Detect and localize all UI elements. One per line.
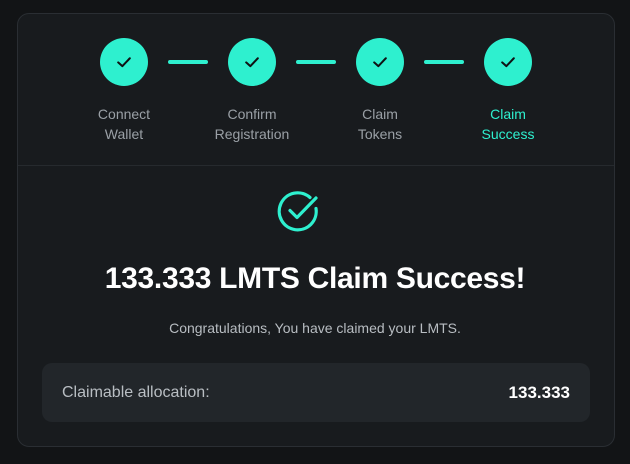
step-1-label-line1: Connect: [97, 106, 151, 122]
step-4-label-line2: Success: [481, 126, 535, 142]
claim-stepper: Connect Wallet Confirm Registration Clai…: [18, 14, 614, 166]
step-2-check-icon: [228, 38, 276, 86]
claim-success-message: Congratulations, You have claimed your L…: [169, 320, 461, 336]
step-4-label: Claim Success: [453, 104, 563, 144]
step-1-label-line2: Wallet: [104, 126, 144, 142]
step-4-label-line1: Claim: [490, 106, 526, 122]
check-circle-icon: [277, 191, 318, 232]
step-connector-2: [296, 60, 336, 64]
step-3-check-icon: [356, 38, 404, 86]
step-4-check-icon: [484, 38, 532, 86]
step-connector-1: [168, 60, 208, 64]
step-connector-3: [424, 60, 464, 64]
step-3-label-line2: Tokens: [357, 126, 403, 142]
step-3-label: Claim Tokens: [325, 104, 435, 144]
step-1-check-icon: [100, 38, 148, 86]
step-1-label: Connect Wallet: [69, 104, 179, 144]
claim-success-title: 133.333 LMTS Claim Success!: [104, 262, 526, 295]
step-2-label-line1: Confirm: [227, 106, 277, 122]
claimable-allocation-value: 133.333: [508, 382, 570, 402]
step-2-label-line2: Registration: [214, 126, 290, 142]
step-3-label-line1: Claim: [362, 106, 398, 122]
step-2-label: Confirm Registration: [197, 104, 307, 144]
claimable-allocation-row: Claimable allocation: 133.333: [42, 363, 590, 422]
claimable-allocation-label: Claimable allocation:: [62, 383, 210, 401]
